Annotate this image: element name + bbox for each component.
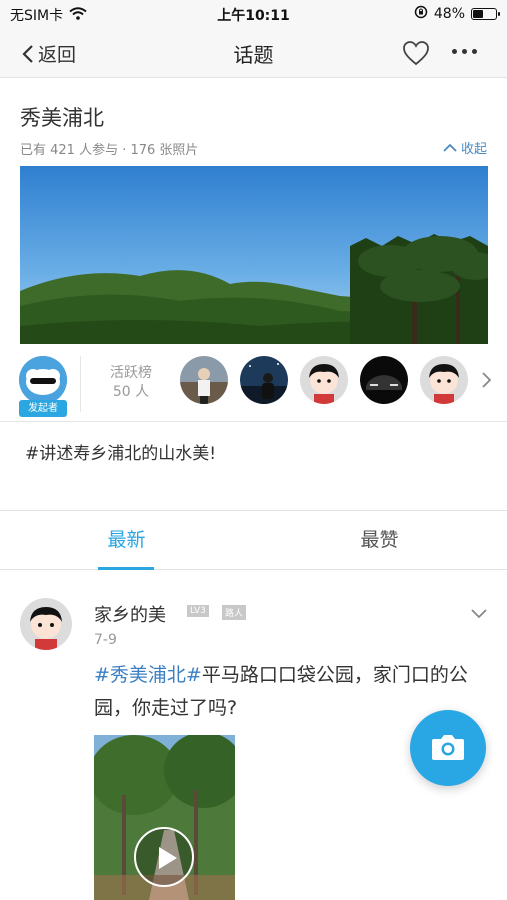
post-username[interactable]: 家乡的美 xyxy=(94,601,166,627)
chevron-down-icon xyxy=(471,609,487,619)
nav-bar: 返回 话题 xyxy=(0,28,507,78)
post-hashtag[interactable]: #秀美浦北# xyxy=(94,664,202,686)
play-icon[interactable] xyxy=(134,827,194,887)
member-avatar[interactable] xyxy=(180,356,228,404)
feed-tabs: 最新 最赞 xyxy=(0,510,507,570)
heart-icon xyxy=(403,41,429,66)
tab-latest[interactable]: 最新 xyxy=(0,511,253,569)
starter-badge: 发起者 xyxy=(19,400,67,417)
topic-description: #讲述寿乡浦北的山水美! xyxy=(25,444,217,464)
chevron-right-icon xyxy=(482,372,492,388)
battery-icon xyxy=(471,8,500,20)
post-date: 7-9 xyxy=(94,632,117,648)
role-badge: 路人 xyxy=(222,605,247,620)
member-avatar[interactable] xyxy=(300,356,348,404)
topic-starter[interactable]: 发起者 xyxy=(19,356,67,417)
member-avatar[interactable] xyxy=(420,356,468,404)
page-title: 话题 xyxy=(233,43,274,67)
topic-title: 秀美浦北 xyxy=(20,106,104,130)
divider xyxy=(80,356,81,412)
level-badge: LV3 xyxy=(187,605,209,617)
tab-most-liked[interactable]: 最赞 xyxy=(253,511,506,569)
more-dots-icon xyxy=(452,49,457,54)
topic-banner-image[interactable] xyxy=(20,166,488,344)
camera-icon xyxy=(432,735,464,760)
post-options-button[interactable] xyxy=(471,604,487,623)
active-ranking[interactable]: 活跃榜 50 人 xyxy=(100,364,162,402)
members-more-button[interactable] xyxy=(482,372,492,392)
rank-count: 50 人 xyxy=(112,384,150,400)
collapse-button[interactable]: 收起 xyxy=(443,138,487,157)
chevron-up-icon xyxy=(443,143,457,152)
status-bar: 无SIM卡 上午10:11 48% xyxy=(0,0,507,28)
post-author-avatar[interactable] xyxy=(20,598,72,650)
rotation-lock-icon xyxy=(414,5,428,23)
member-avatar[interactable] xyxy=(240,356,288,404)
collapse-label: 收起 xyxy=(460,142,487,157)
starter-avatar xyxy=(19,356,67,404)
member-avatar[interactable] xyxy=(360,356,408,404)
post-video-thumbnail[interactable] xyxy=(94,735,235,900)
camera-button[interactable] xyxy=(410,710,486,786)
more-button[interactable] xyxy=(452,49,477,54)
battery-percent: 48% xyxy=(433,6,465,22)
favorite-button[interactable] xyxy=(402,40,430,70)
topic-stats: 已有 421 人参与 · 176 张照片 xyxy=(20,143,199,158)
activity-row: 发起者 活跃榜 50 人 xyxy=(0,346,507,422)
rank-label: 活跃榜 xyxy=(110,365,152,381)
active-tab-indicator xyxy=(98,567,154,570)
